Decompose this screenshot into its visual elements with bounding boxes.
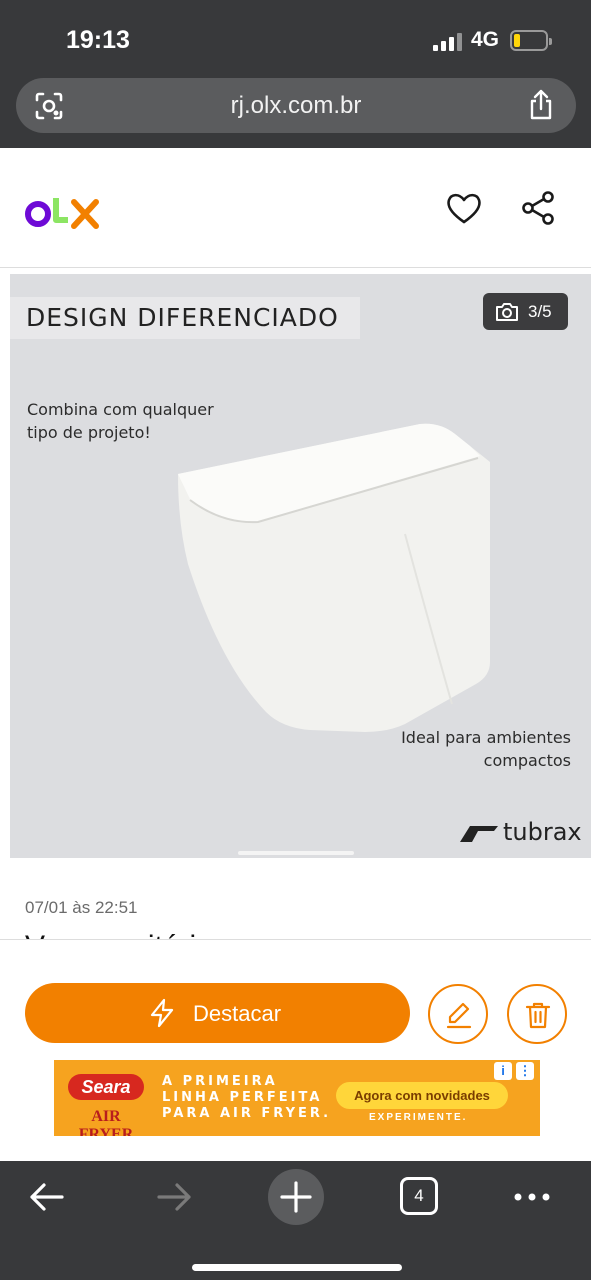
posted-date: 07/01 às 22:51 [25,898,138,917]
tabs-button[interactable]: 4 [400,1177,438,1215]
camera-icon [496,303,518,321]
edit-button[interactable] [428,984,488,1044]
divider [0,939,591,940]
swipe-indicator [238,851,354,855]
signal-icon [433,31,463,51]
network-label: 4G [471,28,500,51]
advertisement-banner[interactable]: Seara AIR FRYER A PRIMEIRA LINHA PERFEIT… [54,1060,540,1136]
url-text[interactable]: rj.olx.com.br [16,92,576,120]
ad-brand: Seara [68,1074,144,1100]
ad-tagline-line: LINHA PERFEITA [162,1090,323,1105]
delete-button[interactable] [507,984,567,1044]
forward-arrow-icon[interactable] [143,1175,203,1219]
image-caption-right: Ideal para ambientes compactos [401,726,571,772]
new-tab-button[interactable] [268,1169,324,1225]
ad-info-icon[interactable]: i [494,1062,512,1080]
ad-cta: EXPERIMENTE. [369,1112,468,1123]
browser-top-chrome: 19:13 4G rj.olx.com.br [0,0,591,148]
favorite-heart-icon[interactable] [445,189,483,227]
browser-bottom-toolbar: 4 [0,1161,591,1280]
highlight-label: Destacar [193,1001,282,1026]
back-arrow-icon[interactable] [18,1175,78,1219]
product-image-gallery[interactable]: DESIGN DIFERENCIADO 3/5 Combina com qual… [10,274,591,858]
lightning-icon [150,998,174,1028]
image-counter-text: 3/5 [528,302,552,321]
highlight-button[interactable]: Destacar [25,983,410,1043]
trash-icon [525,1002,551,1029]
image-counter: 3/5 [483,293,568,330]
address-bar[interactable]: rj.olx.com.br [16,78,576,133]
share-icon[interactable] [526,89,556,121]
share-icon[interactable] [519,189,557,227]
tubrax-logo-mark [460,826,498,842]
home-indicator [192,1264,402,1271]
ad-tagline-line: PARA AIR FRYER. [162,1106,332,1121]
status-time: 19:13 [66,26,130,54]
ad-tagline: A PRIMEIRA LINHA PERFEITA PARA AIR FRYER… [162,1074,331,1122]
ad-tagline-line: A PRIMEIRA [162,1074,278,1089]
ad-menu-icon[interactable]: ⋮ [516,1062,534,1080]
ad-pill: Agora com novidades [336,1082,508,1109]
ad-brand-sub: AIR FRYER [78,1108,134,1136]
battery-icon [510,30,552,51]
plus-icon [280,1181,312,1213]
site-header [0,148,591,268]
image-banner: DESIGN DIFERENCIADO [10,297,360,339]
more-dots-icon[interactable] [502,1175,562,1219]
caption-line: Ideal para ambientes [401,728,571,747]
image-banner-text: DESIGN DIFERENCIADO [26,303,339,332]
ad-brand-logo: Seara AIR FRYER [68,1070,144,1136]
pencil-icon [446,1002,472,1029]
olx-logo[interactable] [24,188,104,232]
caption-line: compactos [483,751,571,770]
toilet-product-photo [178,423,490,732]
brand-label: tubrax [503,818,582,846]
